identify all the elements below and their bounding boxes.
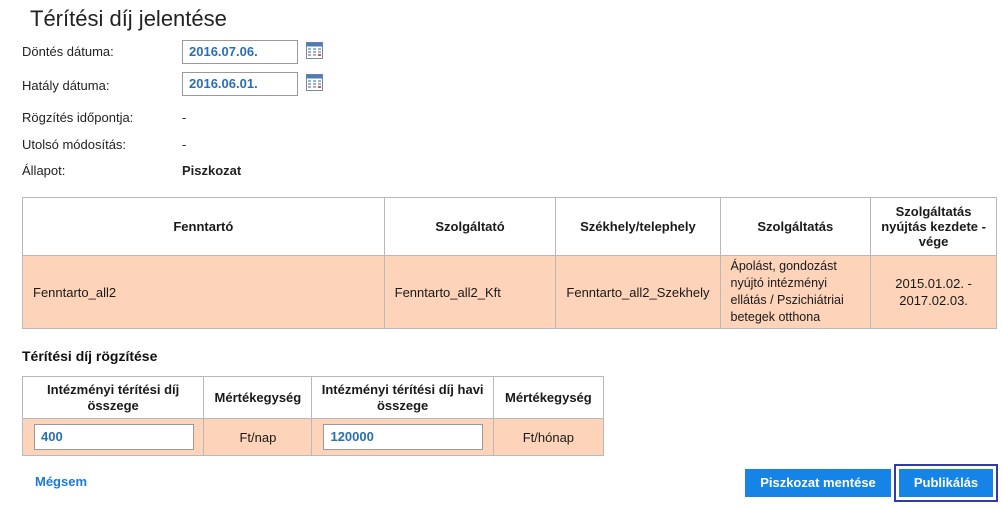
status-label: Állapot: [22,163,66,178]
monthly-amount-cell: 120000 [311,418,494,456]
column-header: Intézményi térítési díj havi összege [311,376,494,419]
fee-table: Intézményi térítési díj összege Mértékeg… [21,376,605,456]
table-row: 400 Ft/nap 120000 Ft/hónap [21,418,605,456]
cancel-link[interactable]: Mégsem [35,474,87,489]
publish-button[interactable]: Publikálás [899,469,993,497]
calendar-icon[interactable] [306,42,323,59]
effect-date-input[interactable]: 2016.06.01. [182,72,298,96]
maintainer-cell: Fenntarto_all2 [22,255,385,329]
decision-date-label: Döntés dátuma: [22,44,114,59]
column-header: Székhely/telephely [555,197,721,256]
recorded-at-label: Rögzítés időpontja: [22,110,134,125]
column-header: Fenntartó [22,197,385,256]
table-header-row: Fenntartó Szolgáltató Székhely/telephely… [22,197,997,256]
column-header: Mértékegység [492,376,605,419]
decision-date-input[interactable]: 2016.07.06. [182,40,298,64]
service-info-table: Fenntartó Szolgáltató Székhely/telephely… [22,197,997,329]
daily-unit-cell: Ft/nap [203,418,313,456]
site-cell: Fenntarto_all2_Szekhely [555,255,721,329]
last-modified-value: - [182,137,187,152]
column-header: Szolgáltatás nyújtás kezdete - vége [870,197,997,256]
table-row: Fenntarto_all2 Fenntarto_all2_Kft Fennta… [22,255,997,329]
daily-amount-cell: 400 [21,418,205,456]
daily-fee-input[interactable]: 400 [34,424,194,450]
provider-cell: Fenntarto_all2_Kft [383,255,557,329]
calendar-icon[interactable] [306,74,323,91]
status-value: Piszkozat [182,163,242,178]
fee-section-title: Térítési díj rögzítése [22,348,158,364]
monthly-fee-input[interactable]: 120000 [323,424,484,450]
save-draft-button[interactable]: Piszkozat mentése [745,469,891,497]
column-header: Intézményi térítési díj összege [21,376,205,419]
period-cell: 2015.01.02. - 2017.02.03. [870,255,997,329]
column-header: Szolgáltatás [719,197,872,256]
last-modified-label: Utolsó módosítás: [22,137,127,152]
monthly-unit-cell: Ft/hónap [492,418,605,456]
effect-date-label: Hatály dátuma: [22,78,110,93]
service-cell: Ápolást, gondozást nyújtó intézményi ell… [719,255,872,329]
table-header-row: Intézményi térítési díj összege Mértékeg… [21,376,605,419]
recorded-at-value: - [182,110,187,125]
page-title: Térítési díj jelentése [30,6,227,31]
column-header: Szolgáltató [383,197,557,256]
column-header: Mértékegység [203,376,313,419]
